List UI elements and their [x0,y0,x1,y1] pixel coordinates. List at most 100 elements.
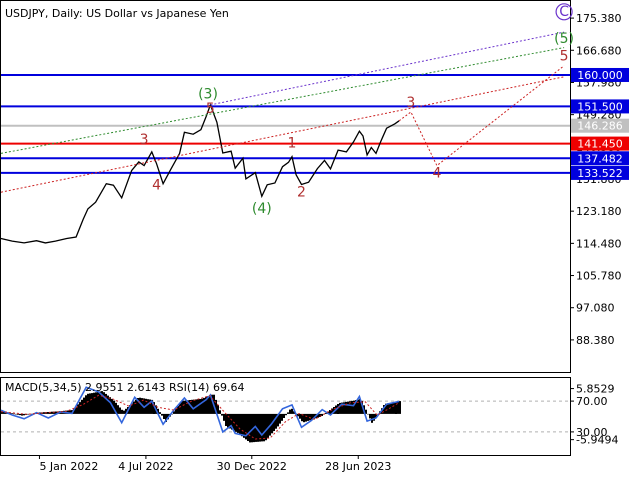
macd-bar [399,401,401,414]
x-tick-label-3: 28 Jun 2023 [325,460,391,473]
y-tick-label-8: 105.780 [576,270,622,283]
macd-bar [81,399,83,414]
macd-bar [265,413,267,441]
wave-label-7: 3 [406,95,415,111]
level-price-label-3: 141.450 [577,138,623,151]
wave-label-9: 5 [560,49,569,65]
macd-bar [17,413,19,415]
macd-bar [199,399,201,414]
macd-bar [235,413,237,432]
wave-label-4: (4) [252,201,272,217]
macd-bar [87,393,89,414]
wave-label-3: 4 [152,177,161,193]
y-tick-label-10: 88.380 [576,334,615,347]
macd-bar [27,413,29,415]
macd-bar [391,402,393,414]
wave-label-2: 3 [140,132,149,148]
y-tick-label-6: 123.180 [576,205,622,218]
macd-bar [139,397,141,414]
macd-bar [91,393,93,414]
wave-label-5: 1 [288,135,297,151]
macd-bar [77,404,79,414]
macd-bar [347,401,349,414]
wave-label-1: 5 [206,101,215,117]
macd-bar [193,399,195,414]
wave-label-11: C [559,4,569,20]
x-tick-label-1: 4 Jul 2022 [118,460,173,473]
macd-bar [307,413,309,421]
macd-bar [279,413,281,424]
level-price-label-5: 133.522 [577,167,623,180]
macd-bar [43,412,45,414]
macd-bar [291,408,293,414]
level-price-label-4: 137.482 [577,152,623,165]
macd-bar [299,413,301,419]
macd-bar [183,400,185,414]
ind-y-tick-label-0: 5.8529 [576,383,615,396]
ind-y-tick-label-3: -5.9494 [576,434,618,447]
macd-bar [119,407,121,414]
y-tick-label-1: 166.680 [576,44,622,57]
macd-bar [283,413,285,418]
macd-bar [249,413,251,443]
macd-bar [181,400,183,414]
macd-bar [159,412,161,414]
macd-bar [367,413,369,415]
macd-bar [147,399,149,414]
level-price-label-2: 146.286 [577,120,623,133]
macd-bar [263,413,265,442]
macd-bar [243,413,245,438]
macd-bar [241,413,243,437]
ind-y-tick-label-1: 70.00 [576,395,608,408]
macd-bar [163,413,165,419]
macd-bar [93,392,95,414]
macd-bar [47,412,49,414]
level-price-label-1: 151.500 [577,100,623,113]
macd-bar [281,413,283,421]
macd-bar [225,413,227,426]
macd-bar [85,395,87,414]
macd-bar [305,413,307,422]
macd-bar [13,413,15,415]
macd-bar [239,413,241,435]
macd-bar [15,413,17,415]
macd-bar [89,393,91,414]
macd-bar [117,405,119,414]
macd-bar [387,403,389,414]
x-tick-label-0: 5 Jan 2022 [39,460,98,473]
macd-bar [123,410,125,414]
macd-bar [237,413,239,433]
macd-bar [393,402,395,414]
macd-bar [51,411,53,414]
macd-bar [19,413,21,416]
level-price-label-0: 160.000 [577,69,623,82]
macd-bar [201,398,203,414]
wave-label-8: 4 [432,165,441,181]
usdjpy-chart-window: (3) 5 3 4 (4) 1 2 3 4 5 (5) C 175.380 166.680 157.980… [0,0,640,480]
macd-bar [369,413,371,419]
macd-bar [95,392,97,414]
macd-bar [261,413,263,442]
macd-bar [351,400,353,414]
macd-bar [219,410,221,414]
macd-bar [161,413,163,416]
macd-bar [221,413,223,416]
y-tick-label-7: 114.480 [576,237,622,250]
macd-bar [23,413,25,416]
macd-bar [83,397,85,414]
y-tick-label-9: 97.080 [576,302,615,315]
macd-bar [223,413,225,421]
macd-bar [79,402,81,414]
indicator-title: MACD(5,34,5) 2.9551 2.6143 RSI(14) 69.64 [5,381,244,394]
macd-bar [287,412,289,414]
y-tick-label-0: 175.380 [576,12,622,25]
macd-bar [247,413,249,441]
macd-bar [289,409,291,414]
wave-label-6: 2 [297,184,306,200]
macd-bar [135,399,137,414]
chart-title: USDJPY, Daily: US Dollar vs Japanese Yen [5,7,229,20]
macd-bar [109,397,111,414]
macd-bar [267,413,269,438]
x-tick-label-2: 30 Dec 2022 [217,460,287,473]
macd-bar [121,409,123,414]
